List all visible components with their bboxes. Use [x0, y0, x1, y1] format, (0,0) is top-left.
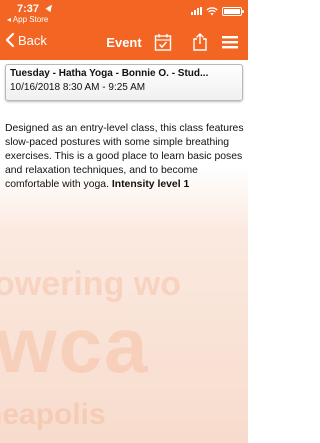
location-arrow-icon	[45, 2, 55, 13]
event-content: owering wo wca neapolis Tuesday - Hatha …	[0, 60, 248, 443]
status-icons	[191, 6, 244, 16]
back-label: Back	[18, 32, 47, 48]
calendar-check-icon[interactable]	[153, 32, 173, 52]
background-watermark-line3: neapolis	[0, 398, 106, 431]
cellular-signal-icon	[191, 7, 202, 15]
event-description: Designed as an entry-level class, this c…	[5, 122, 245, 192]
background-watermark-logo: wca	[0, 301, 150, 389]
status-time: 7:37	[17, 3, 40, 15]
intensity-level: Intensity level 1	[111, 179, 190, 190]
back-button[interactable]: Back	[4, 32, 47, 48]
wifi-icon	[206, 6, 218, 15]
battery-icon	[222, 6, 244, 16]
share-icon[interactable]	[190, 32, 210, 52]
event-title: Tuesday - Hatha Yoga - Bonnie O. - Stud.…	[10, 68, 209, 79]
nav-bar: Back Event	[0, 30, 248, 56]
hamburger-menu-icon[interactable]	[220, 32, 240, 52]
background-watermark-line1: owering wo	[0, 265, 181, 303]
back-to-app-store[interactable]: ◂ App Store	[7, 15, 48, 24]
chevron-left-icon	[5, 32, 15, 48]
event-card: Tuesday - Hatha Yoga - Bonnie O. - Stud.…	[5, 64, 243, 101]
event-time: 10/16/2018 8:30 AM - 9:25 AM	[10, 82, 146, 93]
status-bar: 7:37 ◂ App Store	[0, 0, 248, 24]
app-header: 7:37 ◂ App Store Back Event	[0, 0, 248, 60]
